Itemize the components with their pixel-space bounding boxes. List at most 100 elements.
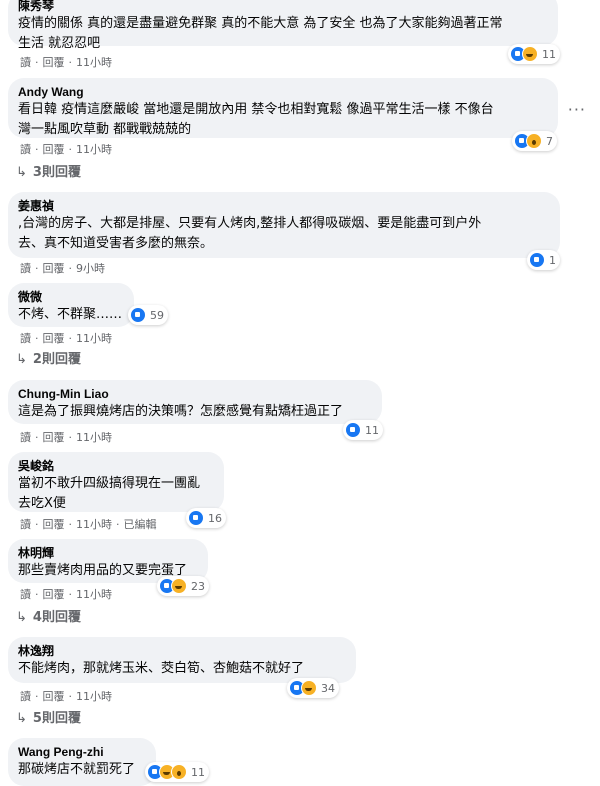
comment-text: 這是為了振興燒烤店的決策嗎？怎麼感覺有點矯枉過正了	[18, 404, 344, 419]
view-replies-link[interactable]: ↳ 5則回覆	[16, 711, 81, 727]
reaction-summary[interactable]: 7	[512, 131, 557, 151]
read-link[interactable]: 讀	[20, 431, 31, 445]
reaction-summary[interactable]: 11	[145, 762, 209, 782]
comment-text: 看日韓 疫情這麼嚴峻 當地還是開放內用 禁令也相對寬鬆 像過平常生活一樣 不像台	[18, 102, 494, 117]
read-link[interactable]: 讀	[20, 262, 31, 276]
reaction-summary[interactable]: 16	[186, 508, 226, 528]
reaction-count: 11	[365, 423, 379, 437]
reaction-summary[interactable]: 1	[527, 250, 560, 270]
read-link[interactable]: 讀	[20, 332, 31, 346]
reaction-count: 7	[546, 134, 553, 148]
comment-author[interactable]: 陳秀琴	[18, 0, 548, 14]
comment-bubble: 姜惠禎 ,台灣的房子、大都是排屋、只要有人烤肉,整排人都得吸碳烟、要是能盡可到户…	[8, 192, 560, 258]
timestamp[interactable]: 11小時	[76, 518, 112, 532]
view-replies-link[interactable]: ↳ 2則回覆	[16, 352, 81, 368]
comment-author[interactable]: Chung-Min Liao	[18, 386, 372, 402]
comment-actions: 讀 · 回覆 · 11小時	[20, 690, 112, 704]
comment-author[interactable]: 林明輝	[18, 545, 198, 561]
comment-author[interactable]: 微微	[18, 289, 124, 305]
view-replies-link[interactable]: ↳ 4則回覆	[16, 610, 81, 626]
reply-link[interactable]: 回覆	[43, 143, 65, 157]
reply-link[interactable]: 回覆	[43, 332, 65, 346]
read-link[interactable]: 讀	[20, 588, 31, 602]
view-replies-link[interactable]: ↳ 3則回覆	[16, 165, 81, 181]
reply-link[interactable]: 回覆	[43, 431, 65, 445]
timestamp[interactable]: 11小時	[76, 431, 112, 445]
comment-actions: 讀 · 回覆 · 11小時	[20, 332, 112, 346]
reaction-summary[interactable]: 11	[508, 44, 560, 64]
haha-icon	[171, 578, 187, 594]
comment-bubble: Chung-Min Liao 這是為了振興燒烤店的決策嗎？怎麼感覺有點矯枉過正了	[8, 380, 382, 424]
reply-arrow-icon: ↳	[16, 165, 27, 180]
comment-actions: 讀 · 回覆 · 11小時 · 已編輯	[20, 518, 157, 532]
reaction-summary[interactable]: 34	[287, 678, 339, 698]
like-icon	[529, 252, 545, 268]
comment-author[interactable]: Andy Wang	[18, 84, 548, 100]
comment-actions: 讀 · 回覆 · 9小時	[20, 262, 105, 276]
timestamp[interactable]: 11小時	[76, 690, 112, 704]
comment-bubble: 林逸翔 不能烤肉，那就烤玉米、茭白筍、杏鮑菇不就好了	[8, 637, 356, 683]
comment-text: 不能烤肉，那就烤玉米、茭白筍、杏鮑菇不就好了	[18, 661, 305, 676]
reaction-summary[interactable]: 59	[128, 305, 168, 325]
reply-arrow-icon: ↳	[16, 610, 27, 625]
comment-actions: 讀 · 回覆 · 11小時	[20, 588, 112, 602]
timestamp[interactable]: 9小時	[76, 262, 105, 276]
timestamp[interactable]: 11小時	[76, 143, 112, 157]
reply-link[interactable]: 回覆	[43, 588, 65, 602]
reaction-summary[interactable]: 23	[157, 576, 209, 596]
reply-link[interactable]: 回覆	[43, 690, 65, 704]
comment-actions: 讀 · 回覆 · 11小時	[20, 143, 112, 157]
wow-icon	[526, 133, 542, 149]
read-link[interactable]: 讀	[20, 56, 31, 70]
read-link[interactable]: 讀	[20, 143, 31, 157]
wow-icon	[171, 764, 187, 780]
haha-icon	[301, 680, 317, 696]
comment-text: 生活 就忍忍吧	[18, 36, 101, 51]
comment-author[interactable]: 姜惠禎	[18, 198, 550, 214]
replies-count: 3則回覆	[32, 165, 81, 180]
reply-link[interactable]: 回覆	[43, 56, 65, 70]
reply-link[interactable]: 回覆	[43, 262, 65, 276]
comment-text: 去吃X便	[18, 496, 66, 511]
reaction-count: 11	[191, 765, 205, 779]
more-options-icon[interactable]: ···	[568, 100, 586, 119]
comment-bubble: 吳峻銘 當初不敢升四級搞得現在一團亂 去吃X便	[8, 452, 224, 512]
comment-text: 疫情的關係 真的還是盡量避免群聚 真的不能大意 為了安全 也為了大家能夠過著正常	[18, 16, 503, 31]
comment-author[interactable]: 林逸翔	[18, 643, 346, 659]
reaction-count: 16	[208, 511, 222, 525]
comment-author[interactable]: Wang Peng-zhi	[18, 744, 146, 760]
comment-bubble: Andy Wang 看日韓 疫情這麼嚴峻 當地還是開放內用 禁令也相對寬鬆 像過…	[8, 78, 558, 138]
reaction-count: 34	[321, 681, 335, 695]
comment-actions: 讀 · 回覆 · 11小時	[20, 56, 112, 70]
replies-count: 4則回覆	[32, 610, 81, 625]
comment-text: 去、真不知道受害者多麼的無奈。	[18, 236, 214, 251]
haha-icon	[522, 46, 538, 62]
comment-bubble: 微微 不烤、不群聚……	[8, 283, 134, 327]
replies-count: 2則回覆	[32, 352, 81, 367]
comment-text: ,台灣的房子、大都是排屋、只要有人烤肉,整排人都得吸碳烟、要是能盡可到户外	[18, 216, 482, 231]
comment-text: 不烤、不群聚……	[18, 307, 123, 322]
reaction-count: 59	[150, 308, 164, 322]
timestamp[interactable]: 11小時	[76, 332, 112, 346]
replies-count: 5則回覆	[32, 711, 81, 726]
edited-label: 已編輯	[123, 518, 157, 531]
comment-bubble: 陳秀琴 疫情的關係 真的還是盡量避免群聚 真的不能大意 為了安全 也為了大家能夠…	[8, 0, 558, 51]
like-icon	[130, 307, 146, 323]
comment-author[interactable]: 吳峻銘	[18, 458, 214, 474]
comment-text: 那碳烤店不就罰死了	[18, 762, 136, 777]
comment-text: 灣一點風吹草動 都戰戰兢兢的	[18, 122, 192, 137]
reaction-count: 11	[542, 47, 556, 61]
timestamp[interactable]: 11小時	[76, 56, 112, 70]
reply-arrow-icon: ↳	[16, 711, 27, 726]
comment-actions: 讀 · 回覆 · 11小時	[20, 431, 112, 445]
reaction-count: 1	[549, 253, 556, 267]
like-icon	[345, 422, 361, 438]
read-link[interactable]: 讀	[20, 690, 31, 704]
like-icon	[188, 510, 204, 526]
comment-text: 當初不敢升四級搞得現在一團亂	[18, 476, 201, 491]
reply-link[interactable]: 回覆	[43, 518, 65, 532]
read-link[interactable]: 讀	[20, 518, 31, 532]
timestamp[interactable]: 11小時	[76, 588, 112, 602]
reply-arrow-icon: ↳	[16, 352, 27, 367]
reaction-summary[interactable]: 11	[343, 420, 383, 440]
